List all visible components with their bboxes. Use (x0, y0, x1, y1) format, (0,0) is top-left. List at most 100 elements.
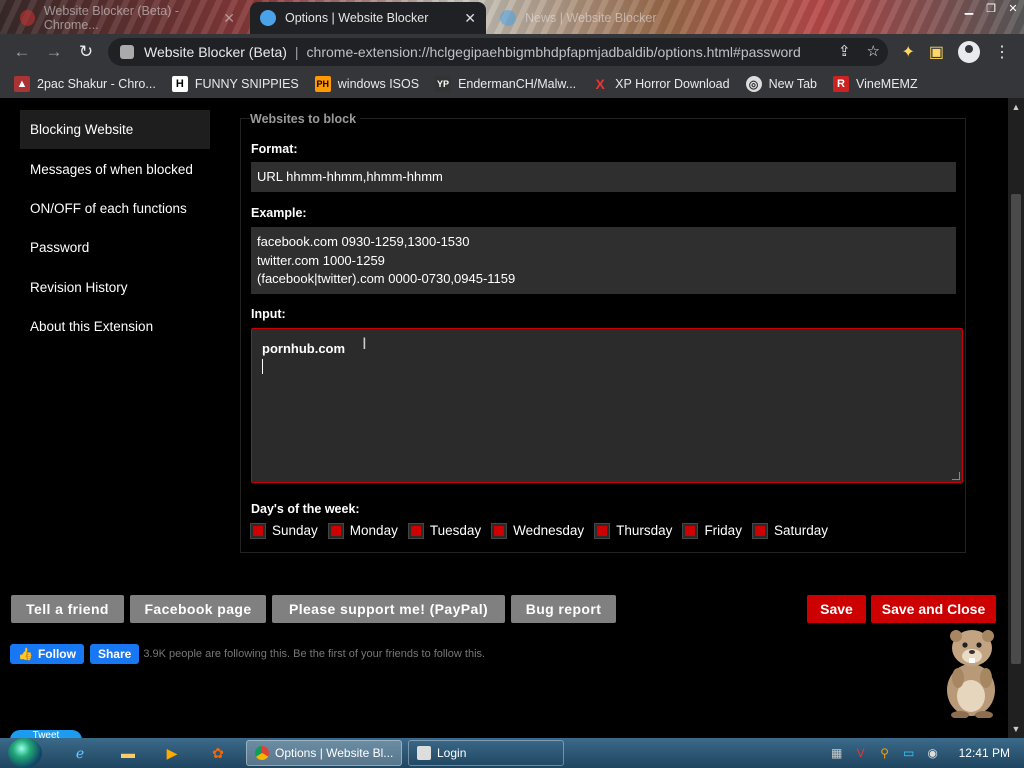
checkbox[interactable] (491, 522, 508, 539)
close-tab-icon[interactable]: ✕ (223, 10, 235, 27)
facebook-page-button[interactable]: Facebook page (130, 595, 266, 623)
example-display: facebook.com 0930-1259,1300-1530 twitter… (251, 227, 956, 294)
bookmark-endermanch[interactable]: YP EndermanCH/Malw... (435, 76, 576, 92)
sidebar-item-password[interactable]: Password (20, 228, 210, 267)
sidebar-item-blocking-website[interactable]: Blocking Website (20, 110, 210, 150)
clock[interactable]: 12:41 PM (959, 746, 1010, 760)
sidebar-item-about[interactable]: About this Extension (20, 307, 210, 346)
checkbox[interactable] (751, 522, 768, 539)
bookmark-xp-horror[interactable]: X XP Horror Download (592, 76, 730, 92)
share-icon[interactable]: ⇪ (838, 42, 851, 60)
address-bar[interactable]: Website Blocker (Beta) | chrome-extensio… (108, 38, 888, 66)
2pac-icon: ▲ (14, 76, 30, 92)
r-logo-icon: R (833, 76, 849, 92)
bookmarks-bar: ▲ 2pac Shakur - Chro... H FUNNY SNIPPIES… (0, 70, 1024, 98)
bookmark-new-tab[interactable]: ◎ New Tab (745, 76, 817, 92)
window-controls: ▁ ❐ ✕ (958, 0, 1024, 18)
thumbs-up-icon: 👍 (18, 647, 33, 661)
globe-icon: ◎ (745, 76, 762, 92)
restore-icon[interactable]: ❐ (980, 0, 1002, 18)
display-icon[interactable]: ▭ (901, 745, 917, 761)
back-arrow-icon[interactable]: ← (6, 42, 38, 62)
bookmark-funny-snippies[interactable]: H FUNNY SNIPPIES (171, 76, 299, 92)
checkbox[interactable] (327, 522, 344, 539)
days-label: Day's of the week: (251, 502, 360, 516)
forward-arrow-icon[interactable]: → (38, 42, 70, 62)
internet-explorer-icon[interactable]: ℯ (68, 741, 92, 765)
search-tray-icon[interactable]: ⚲ (877, 745, 893, 761)
extensions-puzzle-icon[interactable]: ✦ (901, 42, 914, 62)
profile-avatar-icon[interactable] (958, 41, 980, 63)
bookmark-vinememz[interactable]: R VineMEMZ (833, 76, 918, 92)
day-monday[interactable]: Monday (327, 522, 398, 539)
day-thursday[interactable]: Thursday (594, 522, 672, 539)
block-list-textarea[interactable]: pornhub.com (251, 328, 963, 483)
bookmark-star-icon[interactable]: ☆ (867, 42, 880, 60)
scrollbar-thumb[interactable] (1011, 194, 1021, 664)
checkbox[interactable] (682, 522, 699, 539)
facebook-social-row: 👍 Follow Share 3.9K people are following… (10, 644, 485, 664)
antivirus-icon[interactable]: V (853, 745, 869, 761)
day-wednesday[interactable]: Wednesday (491, 522, 584, 539)
tab-website-blocker-beta[interactable]: Website Blocker (Beta) - Chrome... ✕ (10, 2, 245, 34)
start-orb-icon[interactable] (8, 738, 42, 768)
bookmark-2pac[interactable]: ▲ 2pac Shakur - Chro... (14, 76, 156, 92)
login-window-icon (417, 746, 431, 760)
website-blocker-favicon-icon (260, 10, 276, 26)
resize-handle-icon[interactable] (952, 472, 960, 480)
taskbar-task-login[interactable]: Login (408, 740, 564, 766)
bookmark-windows-isos[interactable]: PH windows ISOS (314, 76, 419, 92)
chrome-icon (255, 746, 269, 760)
media-player-icon[interactable]: ▶ (160, 741, 184, 765)
action-button-row: Tell a friend Facebook page Please suppo… (11, 595, 996, 625)
sidebar-item-messages[interactable]: Messages of when blocked (20, 149, 210, 188)
scroll-down-icon[interactable]: ▼ (1008, 724, 1024, 734)
taskbar-task-chrome[interactable]: Options | Website Bl... (246, 740, 402, 766)
network-icon[interactable]: ▦ (829, 745, 845, 761)
save-button[interactable]: Save (807, 595, 866, 623)
close-window-icon[interactable]: ✕ (1002, 0, 1024, 18)
reload-icon[interactable]: ↻ (70, 42, 102, 62)
scroll-up-icon[interactable]: ▲ (1008, 102, 1024, 112)
tab-options-website-blocker[interactable]: Options | Website Blocker ✕ (250, 2, 486, 34)
day-saturday[interactable]: Saturday (751, 522, 828, 539)
windows-taskbar: ℯ ▬ ▶ ✿ Options | Website Bl... Login ▦ … (0, 738, 1024, 768)
volume-icon[interactable]: ◉ (925, 745, 941, 761)
day-friday[interactable]: Friday (682, 522, 742, 539)
input-label: Input: (251, 307, 286, 321)
format-label: Format: (251, 142, 298, 156)
groundhog-mascot-image (947, 630, 995, 718)
kebab-menu-icon[interactable]: ⋮ (994, 42, 1010, 62)
sidebar-item-on-off[interactable]: ON/OFF of each functions (20, 189, 210, 228)
facebook-share-button[interactable]: Share (89, 644, 140, 664)
tab-news-website-blocker[interactable]: News | Website Blocker (490, 2, 690, 34)
tweet-button[interactable]: Tweet (10, 730, 82, 738)
followers-text: 3.9K people are following this. Be the f… (143, 648, 486, 660)
options-page: Blocking Website Messages of when blocke… (0, 98, 1008, 738)
sidebar-item-revision-history[interactable]: Revision History (20, 268, 210, 307)
yp-logo-icon: YP (435, 76, 452, 92)
browser-toolbar: ← → ↻ Website Blocker (Beta) | chrome-ex… (0, 34, 1024, 70)
days-checkbox-row: Sunday Monday Tuesday Wednesday Thursday… (250, 522, 833, 539)
facebook-follow-button[interactable]: 👍 Follow (10, 644, 84, 664)
website-blocker-favicon-icon (500, 10, 516, 26)
day-tuesday[interactable]: Tuesday (407, 522, 481, 539)
checkbox[interactable] (594, 522, 611, 539)
paypal-support-button[interactable]: Please support me! (PayPal) (272, 595, 505, 623)
close-tab-icon[interactable]: ✕ (464, 10, 476, 27)
minimize-icon[interactable]: ▁ (958, 0, 980, 18)
page-scrollbar[interactable]: ▲ ▼ (1008, 98, 1024, 738)
ph-logo-icon: PH (314, 76, 331, 92)
file-explorer-icon[interactable]: ▬ (116, 741, 140, 765)
side-panel-icon[interactable]: ▣ (929, 42, 944, 62)
youtube-favicon-icon (20, 10, 35, 26)
day-sunday[interactable]: Sunday (250, 522, 318, 539)
extension-puzzle-icon (120, 45, 134, 59)
checkbox[interactable] (407, 522, 424, 539)
app-icon[interactable]: ✿ (206, 741, 230, 765)
text-caret (262, 359, 263, 374)
example-label: Example: (251, 206, 307, 220)
checkbox[interactable] (250, 522, 266, 539)
tell-a-friend-button[interactable]: Tell a friend (11, 595, 124, 623)
bug-report-button[interactable]: Bug report (511, 595, 616, 623)
